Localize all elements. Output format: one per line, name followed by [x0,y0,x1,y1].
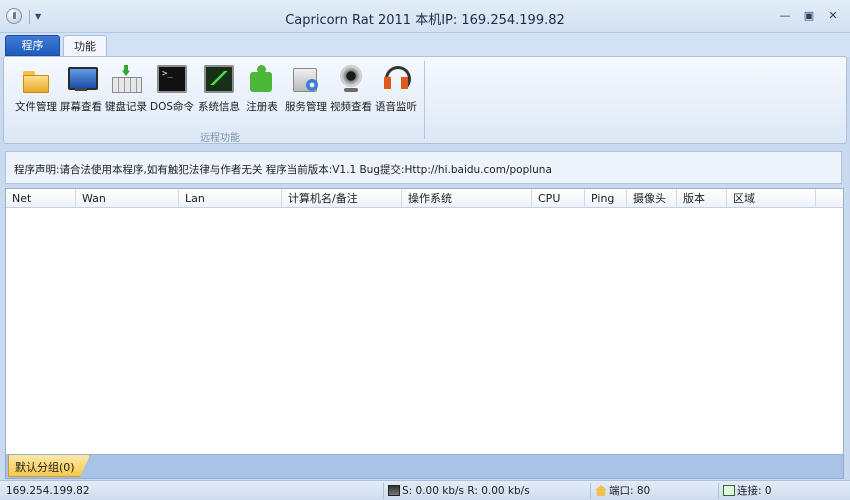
system-monitor-icon [204,65,234,93]
status-connections: 连接: 0 [718,483,772,499]
status-bar: 169.254.199.82 S: 0.00 kb/s R: 0.00 kb/s… [0,480,850,500]
ribbon-tabs: 程序 功能 [0,33,850,58]
monitor-icon [66,65,98,93]
voice-monitor-button[interactable]: 语音监听 [372,63,420,119]
column-header-net[interactable]: Net [6,189,76,207]
ribbon-panel: 文件管理 屏幕查看 键盘记录 DOS命令 系统信息 注册表 服务管理 视频查看 … [3,56,847,144]
keylogger-button[interactable]: 键盘记录 [102,63,150,119]
folder-icon [21,65,51,93]
column-header-wan[interactable]: Wan [76,189,179,207]
network-icon [388,485,400,496]
minimize-icon[interactable]: — [776,8,794,24]
column-header-region[interactable]: 区域 [727,189,816,207]
column-header-camera[interactable]: 摄像头 [627,189,677,207]
program-notice: 程序声明:请合法使用本程序,如有触犯法律与作者无关 程序当前版本:V1.1 Bu… [5,151,842,184]
column-header-ping[interactable]: Ping [585,189,627,207]
group-tab-strip [5,455,844,479]
service-gear-icon [291,65,321,93]
status-speed-text: S: 0.00 kb/s R: 0.00 kb/s [402,485,530,497]
webcam-icon [336,65,366,93]
window-title: Capricorn Rat 2011 本机IP: 169.254.199.82 [285,13,565,28]
command-prompt-icon [157,65,187,93]
client-list[interactable]: Net Wan Lan 计算机名/备注 操作系统 CPU Ping 摄像头 版本… [5,188,844,455]
keyboard-icon [111,65,142,93]
dos-command-button[interactable]: DOS命令 [148,63,196,119]
group-tab-default[interactable]: 默认分组(0) [8,455,90,477]
list-header: Net Wan Lan 计算机名/备注 操作系统 CPU Ping 摄像头 版本… [6,189,843,208]
home-icon [595,485,607,496]
close-icon[interactable]: ✕ [824,8,842,24]
ribbon-group-label: 远程功能 [200,133,240,144]
status-speed: S: 0.00 kb/s R: 0.00 kb/s [383,483,530,499]
column-header-lan[interactable]: Lan [179,189,282,207]
column-header-computer-name[interactable]: 计算机名/备注 [282,189,402,207]
headset-icon [381,65,411,93]
status-ip: 169.254.199.82 [6,485,90,497]
status-port-text: 端口: 80 [609,485,651,497]
tab-functions[interactable]: 功能 [63,35,107,58]
column-header-version[interactable]: 版本 [677,189,727,207]
maximize-icon[interactable]: ▣ [800,8,818,24]
ribbon-group-divider [424,61,425,139]
tab-program[interactable]: 程序 [5,35,60,56]
puzzle-icon [247,65,277,93]
connection-icon [723,485,735,496]
voice-monitor-label: 语音监听 [375,101,417,113]
column-header-os[interactable]: 操作系统 [402,189,532,207]
status-connections-text: 连接: 0 [737,485,772,497]
status-port: 端口: 80 [590,483,650,499]
title-bar: ▼ Capricorn Rat 2011 本机IP: 169.254.199.8… [0,0,850,33]
list-body[interactable] [6,208,843,454]
column-header-cpu[interactable]: CPU [532,189,585,207]
